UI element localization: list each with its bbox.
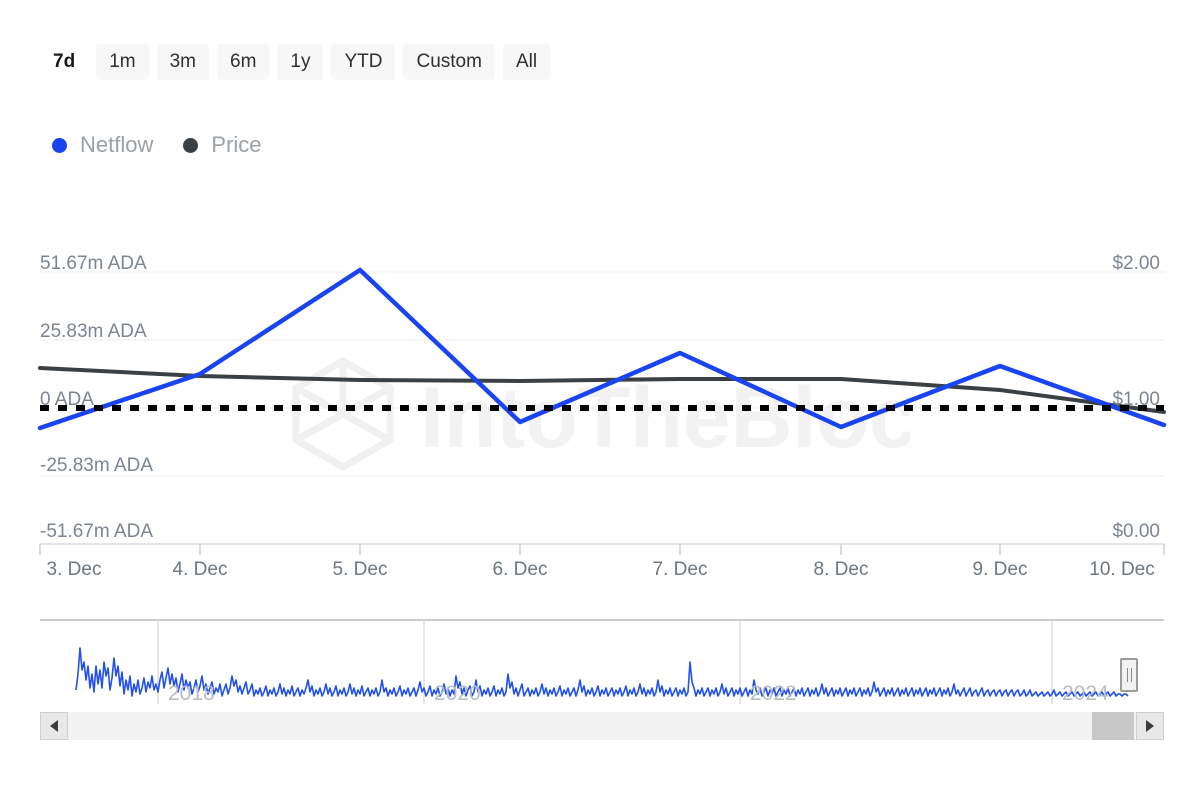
- scrollbar-thumb[interactable]: [1092, 712, 1134, 740]
- chart-plot-area[interactable]: 51.67m ADA 25.83m ADA 0 ADA -25.83m ADA …: [0, 230, 1200, 560]
- x-axis-tick-3: 6. Dec: [493, 560, 548, 579]
- range-button-custom[interactable]: Custom: [403, 44, 494, 80]
- range-button-ytd[interactable]: YTD: [331, 44, 395, 80]
- netflow-price-chart-widget: 7d 1m 3m 6m 1y YTD Custom All Netflow Pr…: [0, 0, 1200, 800]
- navigator-year-2018: 2018: [168, 683, 215, 704]
- navigator-handle-right[interactable]: [1120, 658, 1138, 692]
- legend-item-price[interactable]: Price: [183, 134, 261, 156]
- x-axis-tick-6: 9. Dec: [973, 560, 1028, 579]
- range-button-all[interactable]: All: [503, 44, 550, 80]
- legend-item-netflow[interactable]: Netflow: [52, 134, 153, 156]
- x-axis-tick-2: 5. Dec: [333, 560, 388, 579]
- y-axis-left-tick-2: 0 ADA: [40, 390, 94, 409]
- legend-label-price: Price: [211, 134, 261, 156]
- arrow-right-icon: [1146, 720, 1154, 732]
- range-button-1m[interactable]: 1m: [96, 44, 148, 80]
- series-line-netflow: [40, 270, 1164, 428]
- y-axis-right-tick-1: $1.00: [1112, 390, 1160, 409]
- gridlines: [40, 272, 1164, 476]
- x-axis-tick-7: 10. Dec: [1089, 560, 1154, 579]
- chart-scrollbar[interactable]: [40, 712, 1164, 740]
- x-axis-tick-1: 4. Dec: [173, 560, 228, 579]
- x-axis-tick-4: 7. Dec: [653, 560, 708, 579]
- scrollbar-left-arrow-button[interactable]: [40, 712, 68, 740]
- x-axis: 3. Dec 4. Dec 5. Dec 6. Dec 7. Dec 8. De…: [0, 560, 1200, 600]
- y-axis-left-tick-3: 25.83m ADA: [40, 322, 147, 341]
- y-axis-right-tick-0: $0.00: [1112, 522, 1160, 541]
- chart-legend: Netflow Price: [52, 134, 261, 156]
- range-button-6m[interactable]: 6m: [217, 44, 269, 80]
- range-button-1y[interactable]: 1y: [277, 44, 323, 80]
- navigator-year-2022: 2022: [750, 683, 797, 704]
- handle-grip-icon: [1127, 668, 1132, 682]
- scrollbar-right-arrow-button[interactable]: [1136, 712, 1164, 740]
- y-axis-left-tick-1: -25.83m ADA: [40, 456, 153, 475]
- legend-label-netflow: Netflow: [80, 134, 153, 156]
- range-button-3m[interactable]: 3m: [157, 44, 209, 80]
- legend-dot-price-icon: [183, 138, 198, 153]
- navigator-year-2020: 2020: [434, 683, 481, 704]
- arrow-left-icon: [50, 720, 58, 732]
- range-selector: 7d 1m 3m 6m 1y YTD Custom All: [40, 44, 550, 80]
- x-axis-tick-5: 8. Dec: [814, 560, 869, 579]
- range-button-7d[interactable]: 7d: [40, 44, 88, 80]
- navigator-year-2024: 2024: [1062, 683, 1109, 704]
- y-axis-left-tick-0: -51.67m ADA: [40, 522, 153, 541]
- chart-navigator[interactable]: 2018 2020 2022 2024: [40, 618, 1164, 710]
- legend-dot-netflow-icon: [52, 138, 67, 153]
- x-axis-tick-0: 3. Dec: [47, 560, 102, 579]
- y-axis-right-tick-2: $2.00: [1112, 254, 1160, 273]
- y-axis-left-tick-4: 51.67m ADA: [40, 254, 147, 273]
